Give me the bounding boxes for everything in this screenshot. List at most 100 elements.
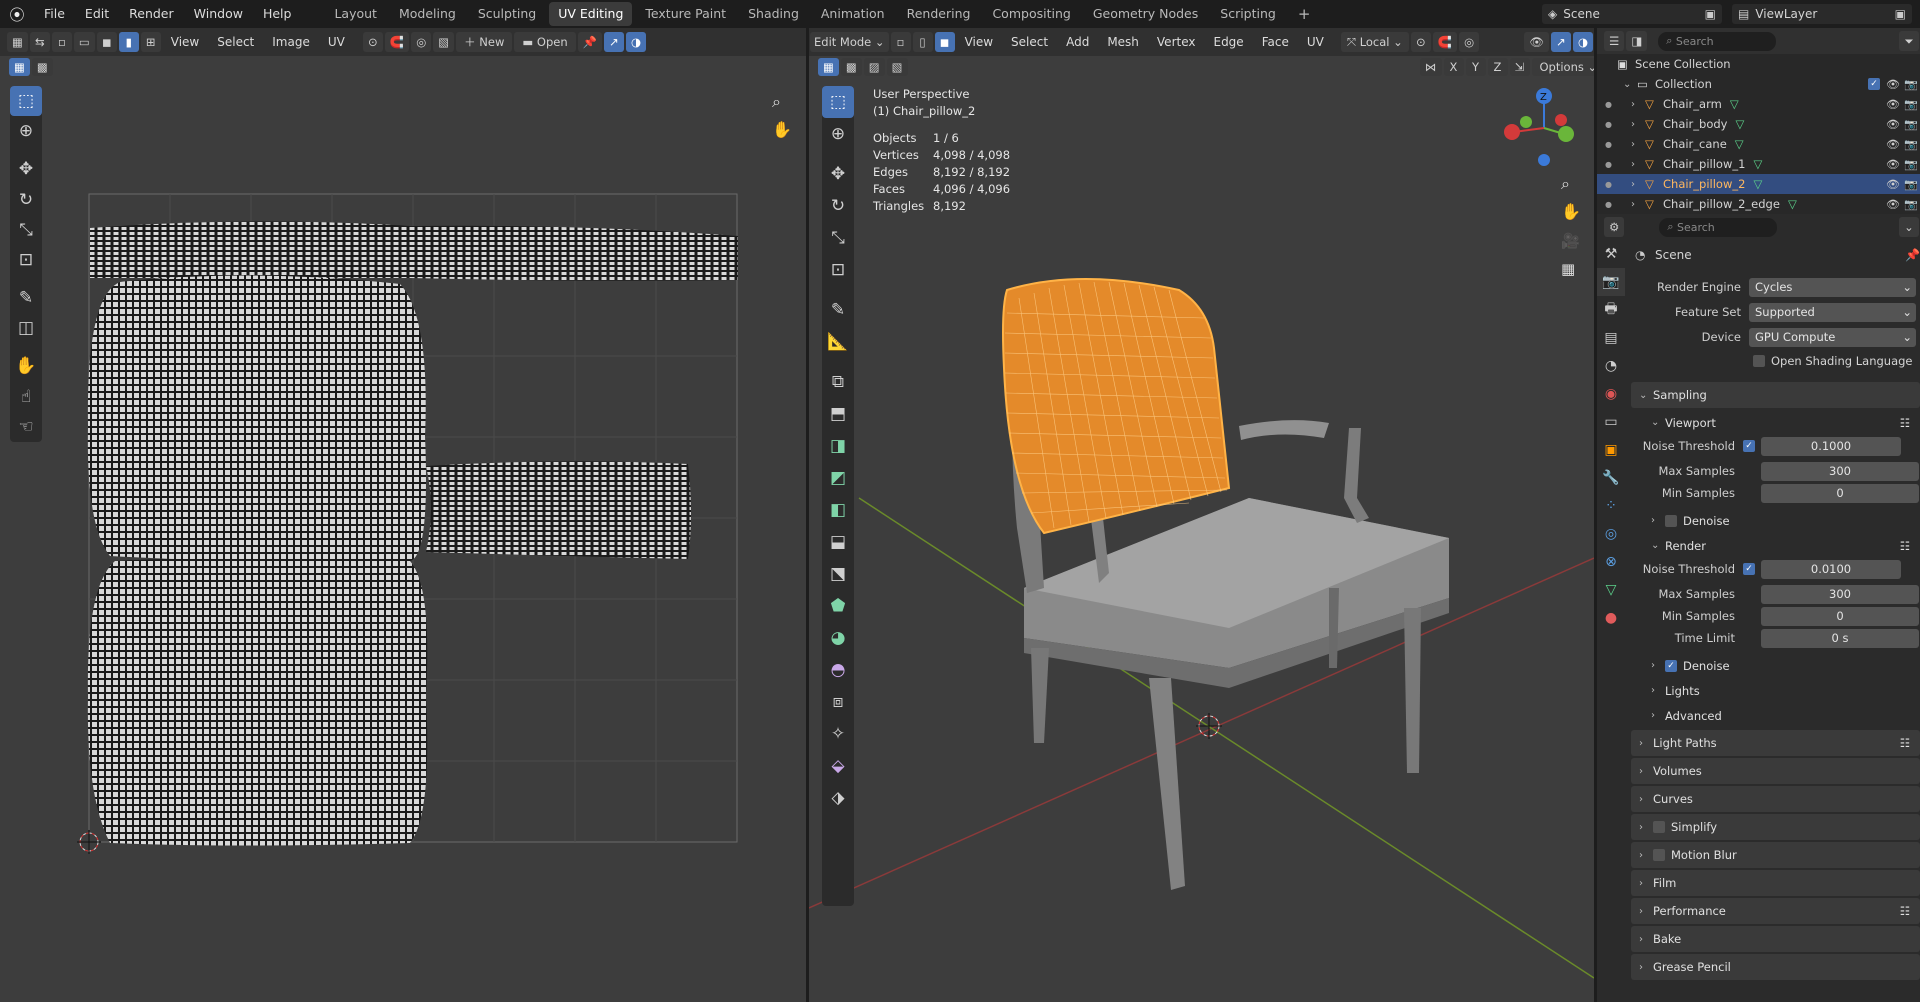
editor-type-icon[interactable]: ▦ [7, 32, 28, 52]
vp-select-new-icon[interactable]: ▦ [818, 58, 839, 76]
props-options-icon[interactable]: ⌄ [1899, 217, 1919, 237]
overlay-toggle-icon[interactable]: ◑ [625, 32, 646, 52]
vp-menu-uv[interactable]: UV [1298, 35, 1333, 49]
mirror-z-toggle[interactable]: Z [1487, 58, 1508, 76]
r-denoise-subpanel[interactable]: › ✓ Denoise [1631, 653, 1920, 678]
vp-menu-view[interactable]: View [956, 35, 1002, 49]
outliner-editor-icon[interactable]: ☰ [1604, 31, 1625, 51]
new-scene-icon[interactable]: ▣ [1699, 7, 1722, 21]
modifier-tab-icon[interactable]: 🔧 [1597, 464, 1625, 492]
mode-selector[interactable]: Edit Mode ⌄ [810, 32, 889, 52]
vp-denoise-subpanel[interactable]: › Denoise [1631, 508, 1920, 533]
2d-cursor-icon[interactable] [77, 830, 101, 854]
particles-tab-icon[interactable]: ⁘ [1597, 492, 1625, 520]
vp-select-box-icon[interactable]: ⬚ [822, 86, 854, 118]
bevel-icon[interactable]: ◩ [822, 462, 854, 494]
camera-icon[interactable]: 📷 [1904, 198, 1920, 211]
feature-set-dropdown[interactable]: Supported ⌄ [1749, 302, 1916, 322]
shear-icon[interactable]: ⬙ [822, 750, 854, 782]
vp-max-samples-field[interactable]: 300 [1761, 461, 1919, 481]
panel-header-performance[interactable]: › Performance ☷ [1631, 898, 1920, 924]
camera-icon[interactable]: 📷 [1904, 98, 1920, 111]
tab-animation[interactable]: Animation [812, 2, 894, 26]
menu-window[interactable]: Window [184, 0, 253, 28]
render-tab-icon[interactable]: 📷 [1597, 268, 1625, 296]
uv-canvas[interactable] [0, 56, 806, 1002]
outliner-item[interactable]: ● › ▽ Chair_pillow_1 ▽ 👁 📷 [1597, 154, 1920, 174]
camera-icon[interactable]: 📷 [1904, 158, 1920, 171]
uv-island-top-left[interactable] [90, 221, 410, 278]
expand-icon[interactable]: › [1631, 99, 1645, 110]
expand-icon[interactable]: › [1631, 139, 1645, 150]
menu-edit[interactable]: Edit [75, 0, 119, 28]
mirror-icon[interactable]: ⋈ [1420, 58, 1442, 76]
vertex-mode-icon[interactable]: ▫ [890, 32, 911, 52]
display-mode-icon[interactable]: ◨ [1626, 31, 1648, 51]
output-tab-icon[interactable]: 🖶 [1597, 296, 1625, 324]
uv-menu-select[interactable]: Select [208, 35, 263, 49]
poly-build-icon[interactable]: ⬟ [822, 590, 854, 622]
tab-scripting[interactable]: Scripting [1211, 2, 1285, 26]
tab-uv-editing[interactable]: UV Editing [549, 2, 633, 26]
tab-compositing[interactable]: Compositing [983, 2, 1079, 26]
vp-noise-threshold-checkbox[interactable]: ✓ [1743, 440, 1755, 452]
pivot-icon[interactable]: ⊙ [362, 32, 383, 52]
outliner-item[interactable]: ● › ▽ Chair_cane ▽ 👁 📷 [1597, 134, 1920, 154]
mirror-y-toggle[interactable]: Y [1465, 58, 1486, 76]
eye-icon[interactable]: 👁 [1886, 118, 1904, 131]
viewport-subpanel-header[interactable]: ⌄ Viewport ☷ [1631, 410, 1920, 435]
outliner-search[interactable]: ⌕ Search [1658, 31, 1777, 51]
sticky-select-icon[interactable]: ⊞ [140, 32, 161, 52]
open-image-button[interactable]: ▬ Open [514, 32, 576, 52]
tab-shading[interactable]: Shading [739, 2, 808, 26]
object-tab-icon[interactable]: ▣ [1597, 436, 1625, 464]
collection-checkbox[interactable]: ✓ [1868, 78, 1880, 90]
add-cube-icon[interactable]: ⧉ [822, 366, 854, 398]
new-viewlayer-icon[interactable]: ▣ [1889, 7, 1912, 21]
tab-modeling[interactable]: Modeling [390, 2, 465, 26]
face-select-icon[interactable]: ◼ [96, 32, 117, 52]
scene-collection-row[interactable]: ▣ Scene Collection [1617, 54, 1920, 74]
vp-zoom-icon[interactable]: ⌕ [1561, 174, 1570, 194]
eye-icon[interactable]: 👁 [1886, 178, 1904, 191]
vp-menu-edge[interactable]: Edge [1204, 35, 1252, 49]
device-dropdown[interactable]: GPU Compute ⌄ [1749, 327, 1916, 347]
eye-icon[interactable]: 👁 [1886, 98, 1904, 111]
uv-island-back[interactable] [87, 275, 426, 562]
menu-help[interactable]: Help [253, 0, 302, 28]
r-denoise-checkbox[interactable]: ✓ [1665, 659, 1677, 672]
extrude-icon[interactable]: ⬒ [822, 398, 854, 430]
gizmo-toggle-icon[interactable]: ↗ [603, 32, 624, 52]
tab-layout[interactable]: Layout [325, 2, 386, 26]
panel-checkbox[interactable] [1653, 821, 1665, 833]
vp-rotate-icon[interactable]: ↻ [822, 190, 854, 222]
vp-menu-vertex[interactable]: Vertex [1148, 35, 1205, 49]
pin-icon[interactable]: 📌 [577, 32, 602, 52]
viewlayer-selector[interactable]: ▤ ViewLayer ▣ [1732, 4, 1912, 24]
uv-island-top-right[interactable] [410, 225, 738, 281]
add-workspace-button[interactable]: + [1289, 2, 1320, 26]
filter-icon[interactable]: ⏷ [1899, 31, 1919, 51]
vp-pan-icon[interactable]: ✋ [1561, 202, 1581, 221]
eye-icon[interactable]: 👁 [1886, 198, 1904, 211]
tab-texture-paint[interactable]: Texture Paint [636, 2, 735, 26]
overlays-icon[interactable]: ◑ [1572, 32, 1593, 52]
camera-icon[interactable]: 📷 [1904, 78, 1920, 91]
r-noise-threshold-checkbox[interactable]: ✓ [1743, 563, 1755, 575]
r-noise-threshold-field[interactable]: 0.0100 [1761, 559, 1901, 579]
vp-annotate-icon[interactable]: ✎ [822, 294, 854, 326]
panel-header-simplify[interactable]: › Simplify [1631, 814, 1920, 840]
collection-row[interactable]: ⌄ ▭ Collection ✓ 👁 📷 [1617, 74, 1920, 94]
new-image-button[interactable]: ＋ New [456, 32, 513, 52]
data-tab-icon[interactable]: ▽ [1597, 576, 1625, 604]
collection-tab-icon[interactable]: ▭ [1597, 408, 1625, 436]
edge-mode-icon[interactable]: ▯ [912, 32, 933, 52]
sampling-panel-header[interactable]: ⌄ Sampling [1631, 382, 1920, 408]
material-tab-icon[interactable]: ● [1597, 604, 1625, 632]
bisect-icon[interactable]: ⬔ [822, 558, 854, 590]
auto-merge-icon[interactable]: ⇲ [1509, 58, 1530, 76]
gizmo-icon[interactable]: ↗ [1550, 32, 1571, 52]
list-icon[interactable]: ☷ [1900, 539, 1920, 553]
vertex-select-icon[interactable]: ▫ [51, 32, 72, 52]
loop-cut-icon[interactable]: ◧ [822, 494, 854, 526]
